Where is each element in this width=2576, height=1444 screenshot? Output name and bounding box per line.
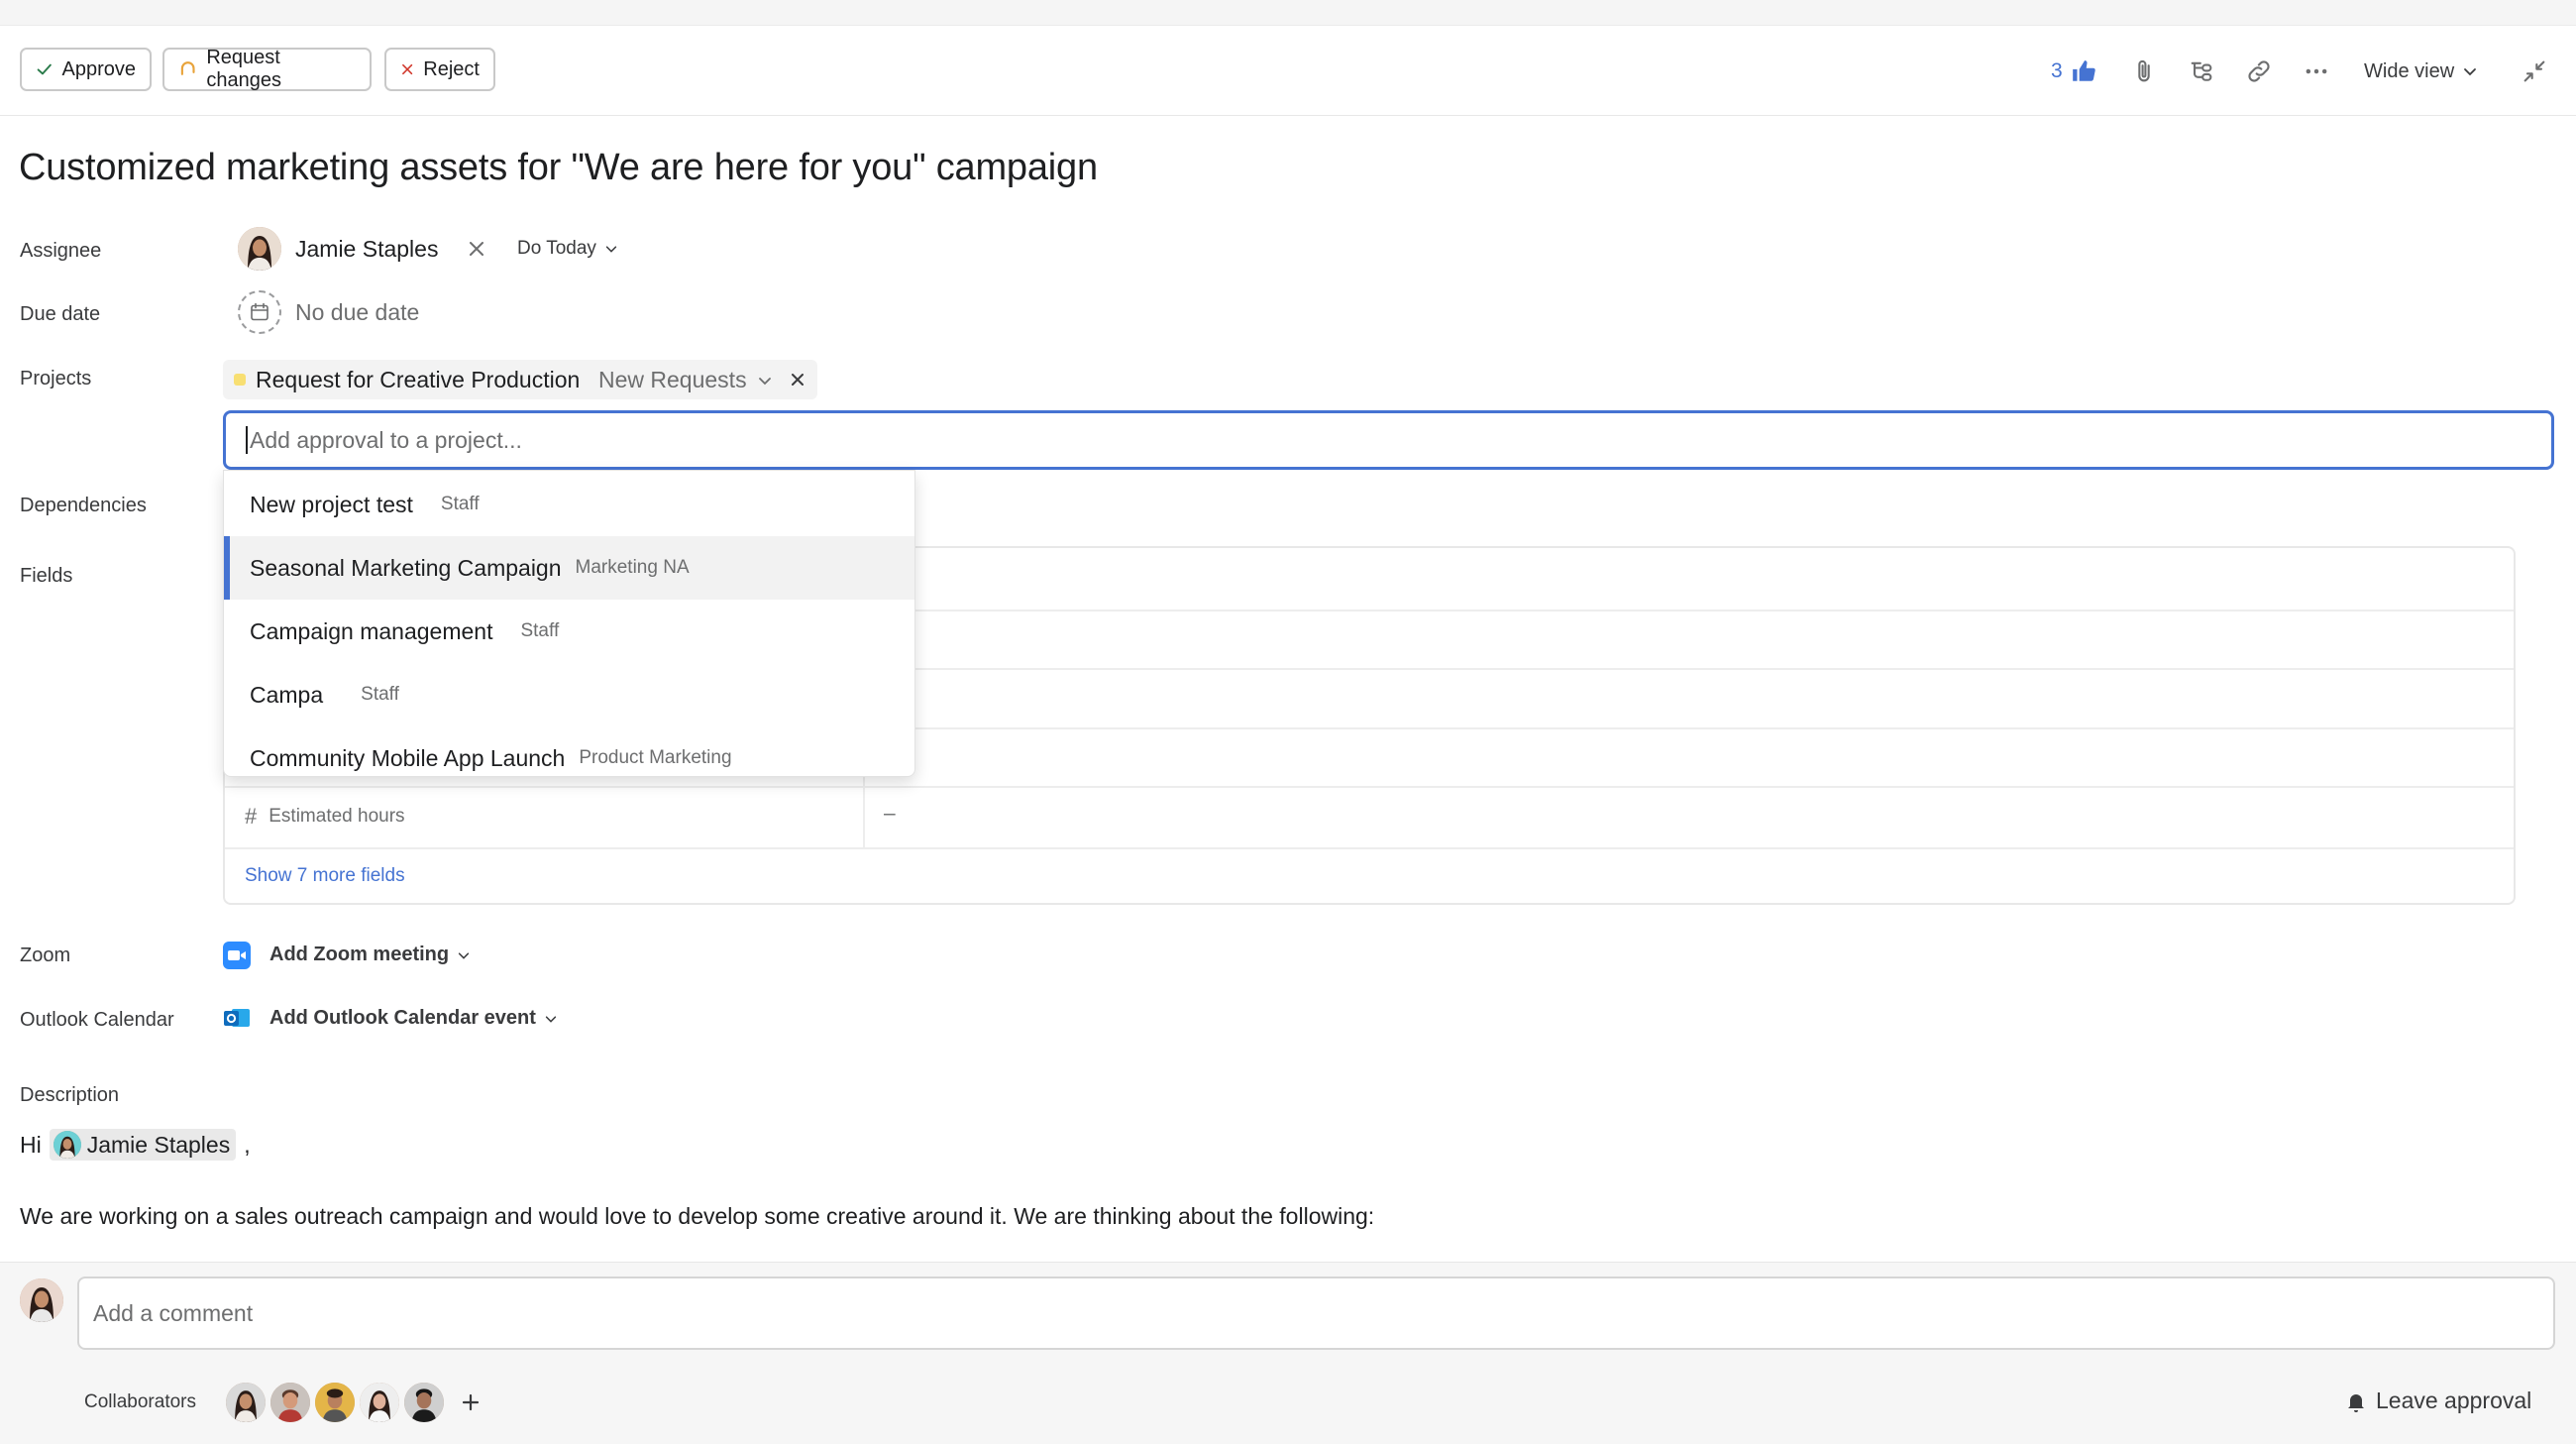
add-zoom-meeting-button[interactable]: Add Zoom meeting bbox=[269, 944, 471, 966]
description-label: Description bbox=[20, 1084, 120, 1106]
request-changes-label: Request changes bbox=[206, 47, 281, 91]
fields-label: Fields bbox=[20, 565, 73, 587]
projects-label: Projects bbox=[20, 368, 92, 389]
subtask-icon[interactable] bbox=[2186, 56, 2217, 87]
chevron-down-icon bbox=[605, 246, 617, 253]
collaborator-avatar[interactable] bbox=[226, 1383, 266, 1422]
project-option[interactable]: New project test Staff bbox=[224, 473, 914, 536]
thumbs-up-icon bbox=[2072, 60, 2095, 81]
field-divider bbox=[225, 786, 2514, 788]
project-option-name: Community Mobile App Launch bbox=[250, 744, 566, 771]
project-option-team: Staff bbox=[520, 620, 560, 641]
x-icon bbox=[402, 63, 413, 75]
section-label: Do Today bbox=[517, 238, 596, 259]
bell-icon bbox=[2348, 1393, 2364, 1412]
project-option-name: Seasonal Marketing Campaign bbox=[250, 554, 562, 581]
description-body[interactable]: We are working on a sales outreach campa… bbox=[20, 1203, 1374, 1230]
comment-placeholder: Add a comment bbox=[93, 1299, 254, 1326]
chevron-down-icon bbox=[545, 1015, 557, 1023]
request-changes-button[interactable]: Request changes bbox=[162, 47, 372, 91]
collaborators-label: Collaborators bbox=[84, 1391, 196, 1412]
request-changes-icon bbox=[180, 61, 195, 75]
project-section-label: New Requests bbox=[598, 367, 747, 392]
project-name[interactable]: Request for Creative Production bbox=[256, 367, 580, 393]
estimated-hours-label: Estimated hours bbox=[268, 806, 405, 827]
like-button[interactable]: 3 bbox=[2051, 56, 2096, 87]
window-top-strip bbox=[0, 0, 2576, 26]
user-mention[interactable]: Jamie Staples bbox=[49, 1129, 237, 1161]
remove-project-icon[interactable] bbox=[788, 370, 807, 389]
copy-link-icon[interactable] bbox=[2243, 56, 2275, 87]
leave-approval-button[interactable]: Leave approval bbox=[2344, 1388, 2531, 1414]
dependencies-label: Dependencies bbox=[20, 495, 147, 516]
calendar-icon[interactable] bbox=[238, 290, 281, 334]
comment-input[interactable]: Add a comment bbox=[77, 1277, 2555, 1350]
more-actions-icon[interactable] bbox=[2301, 56, 2332, 87]
greeting-comma: , bbox=[244, 1131, 251, 1158]
add-project-placeholder: Add approval to a project... bbox=[250, 426, 522, 453]
assignee-avatar[interactable] bbox=[238, 227, 281, 271]
add-outlook-label: Add Outlook Calendar event bbox=[269, 1007, 536, 1029]
mention-name: Jamie Staples bbox=[86, 1131, 231, 1158]
chevron-down-icon bbox=[2464, 68, 2477, 76]
project-option[interactable]: Campa Staff bbox=[224, 663, 914, 726]
leave-approval-label: Leave approval bbox=[2376, 1388, 2532, 1413]
remove-assignee-icon[interactable] bbox=[464, 236, 489, 262]
estimated-hours-value[interactable]: – bbox=[884, 802, 896, 826]
project-option-team: Staff bbox=[361, 684, 399, 705]
outlook-icon bbox=[223, 1004, 251, 1032]
check-icon bbox=[37, 63, 52, 75]
assignee-name[interactable]: Jamie Staples bbox=[295, 236, 438, 263]
current-user-avatar bbox=[20, 1278, 63, 1322]
collaborator-avatar[interactable] bbox=[360, 1383, 399, 1422]
task-title[interactable]: Customized marketing assets for "We are … bbox=[19, 147, 1098, 189]
add-outlook-event-button[interactable]: Add Outlook Calendar event bbox=[269, 1007, 558, 1030]
task-toolbar: Approve Request changes Reject 3 Wide vi… bbox=[0, 26, 2576, 116]
project-option[interactable]: Community Mobile App Launch Product Mark… bbox=[224, 726, 914, 776]
project-option[interactable]: Campaign management Staff bbox=[224, 600, 914, 663]
project-option-name: Campaign management bbox=[250, 617, 493, 644]
like-count: 3 bbox=[2051, 59, 2063, 82]
attachment-icon[interactable] bbox=[2128, 56, 2160, 87]
text-caret bbox=[246, 426, 248, 454]
due-date-label: Due date bbox=[20, 303, 101, 325]
zoom-label: Zoom bbox=[20, 944, 71, 966]
project-option-team: Marketing NA bbox=[575, 557, 690, 578]
add-collaborator-icon[interactable] bbox=[458, 1389, 483, 1415]
collaborator-avatar[interactable] bbox=[270, 1383, 310, 1422]
section-dropdown[interactable]: Do Today bbox=[517, 238, 618, 260]
wide-view-toggle[interactable]: Wide view bbox=[2364, 56, 2478, 87]
hash-icon: # bbox=[245, 804, 258, 829]
project-section-dropdown[interactable]: New Requests bbox=[598, 367, 773, 393]
project-color-dot bbox=[234, 374, 246, 386]
mention-avatar bbox=[53, 1131, 81, 1159]
approve-label: Approve bbox=[61, 57, 137, 80]
reject-button[interactable]: Reject bbox=[384, 48, 495, 91]
assignee-label: Assignee bbox=[20, 240, 102, 262]
description-greeting[interactable]: Hi Jamie Staples , bbox=[20, 1129, 251, 1161]
chevron-down-icon bbox=[458, 951, 470, 959]
project-option-name: New project test bbox=[250, 491, 413, 517]
field-divider bbox=[225, 847, 2514, 849]
project-option-name: Campa bbox=[250, 681, 324, 708]
approve-button[interactable]: Approve bbox=[20, 48, 152, 91]
collaborator-avatar[interactable] bbox=[315, 1383, 355, 1422]
add-zoom-label: Add Zoom meeting bbox=[269, 944, 450, 965]
collaborator-avatar[interactable] bbox=[404, 1383, 444, 1422]
zoom-icon bbox=[223, 942, 251, 969]
project-suggestions-dropdown: New project test Staff Seasonal Marketin… bbox=[223, 470, 915, 777]
wide-view-label: Wide view bbox=[2364, 59, 2455, 82]
greeting-text: Hi bbox=[20, 1131, 42, 1158]
project-option-team: Staff bbox=[440, 494, 480, 514]
collapse-icon[interactable] bbox=[2519, 56, 2550, 87]
show-more-fields-link[interactable]: Show 7 more fields bbox=[245, 865, 405, 887]
add-project-input[interactable]: Add approval to a project... bbox=[223, 410, 2554, 470]
outlook-label: Outlook Calendar bbox=[20, 1009, 174, 1031]
estimated-hours-field: # Estimated hours bbox=[245, 804, 405, 830]
due-date-value[interactable]: No due date bbox=[295, 299, 419, 326]
chevron-down-icon bbox=[758, 377, 771, 385]
project-option-highlighted[interactable]: Seasonal Marketing Campaign Marketing NA bbox=[224, 536, 914, 600]
project-option-team: Product Marketing bbox=[579, 747, 732, 768]
reject-label: Reject bbox=[423, 57, 480, 80]
